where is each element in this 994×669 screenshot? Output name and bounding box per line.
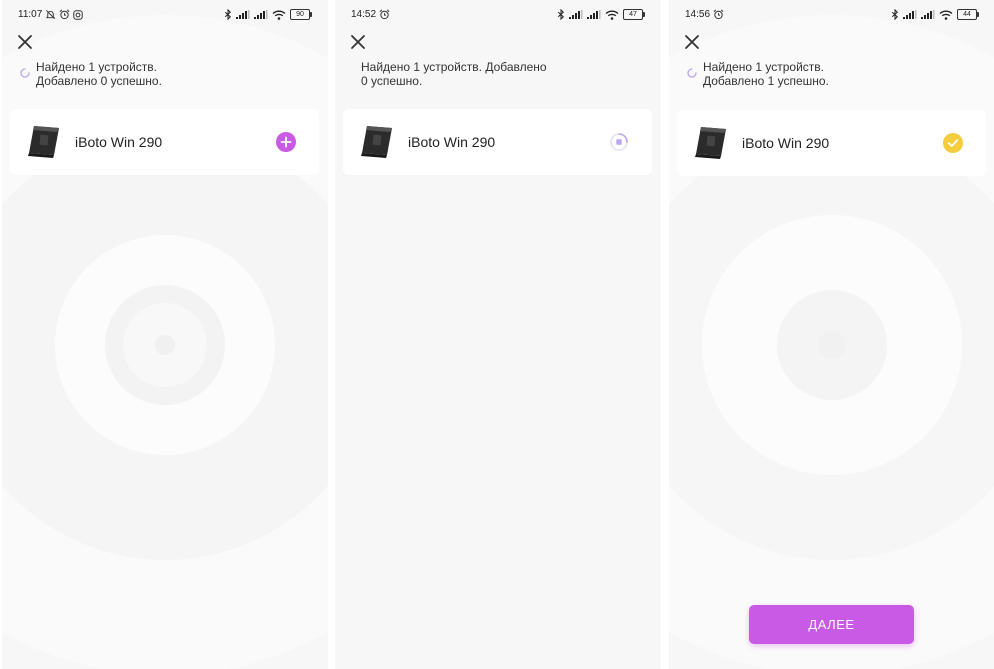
wifi-icon <box>272 10 286 20</box>
alarm-icon <box>59 9 70 20</box>
status-bar: 14:52 47 <box>335 0 661 30</box>
signal-icon <box>254 10 268 19</box>
next-button[interactable]: ДАЛЕЕ <box>749 605 914 644</box>
alarm-icon <box>713 9 724 20</box>
clock: 14:52 <box>351 9 377 20</box>
status-bar: 11:07 90 <box>2 0 328 30</box>
screen-device-found: 11:07 90 Найдено 1 устройств. Добавлено … <box>2 0 328 669</box>
search-status: Найдено 1 устройств. Добавлено 1 успешно… <box>687 60 829 88</box>
battery-icon: 44 <box>957 9 979 20</box>
search-status: Найдено 1 устройств. Добавлено 0 успешно… <box>20 60 162 88</box>
spinner-icon <box>20 68 30 78</box>
stop-adding-button[interactable] <box>608 131 630 153</box>
clock: 11:07 <box>18 9 43 20</box>
status-bar: 14:56 44 <box>669 0 994 30</box>
add-icon <box>276 132 296 152</box>
signal-icon <box>587 10 601 19</box>
device-added-indicator <box>942 132 964 154</box>
battery-icon: 47 <box>623 9 645 20</box>
wifi-icon <box>939 10 953 20</box>
close-icon[interactable] <box>683 33 701 51</box>
clock: 14:56 <box>685 9 711 20</box>
alarm-icon <box>379 9 390 20</box>
signal-icon <box>921 10 935 19</box>
status-text: Найдено 1 устройств. Добавлено 1 успешно… <box>703 60 829 88</box>
mute-bell-icon <box>46 10 56 19</box>
spinner-icon <box>687 68 697 78</box>
battery-icon: 90 <box>290 9 312 20</box>
signal-icon <box>903 10 917 19</box>
device-name: iBoto Win 290 <box>75 134 163 150</box>
bluetooth-icon <box>224 9 232 20</box>
status-text: Найдено 1 устройств. Добавлено 0 успешно… <box>36 60 162 88</box>
device-card[interactable]: iBoto Win 290 <box>10 109 319 175</box>
device-name: iBoto Win 290 <box>742 135 830 151</box>
radar-background <box>2 15 328 669</box>
signal-icon <box>569 10 583 19</box>
device-thumbnail-icon <box>361 126 392 158</box>
device-card[interactable]: iBoto Win 290 <box>343 109 652 175</box>
bluetooth-icon <box>557 9 565 20</box>
wifi-icon <box>605 10 619 20</box>
search-status: Найдено 1 устройств. Добавлено 0 успешно… <box>361 60 561 88</box>
device-thumbnail-icon <box>28 126 59 158</box>
radar-background <box>669 15 994 669</box>
status-text: Найдено 1 устройств. Добавлено 0 успешно… <box>361 60 547 88</box>
signal-icon <box>236 10 250 19</box>
check-icon <box>943 133 963 153</box>
bluetooth-icon <box>891 9 899 20</box>
device-name: iBoto Win 290 <box>408 134 496 150</box>
add-device-button[interactable] <box>275 131 297 153</box>
screen-device-adding: 14:52 47 Найдено 1 устройств. Добавлено … <box>335 0 661 669</box>
screen-device-added: 14:56 44 Найдено 1 устройств. Добавлено … <box>669 0 994 669</box>
close-icon[interactable] <box>16 33 34 51</box>
device-card[interactable]: iBoto Win 290 <box>677 110 986 176</box>
progress-ring-icon <box>610 133 628 151</box>
device-thumbnail-icon <box>695 127 726 159</box>
close-icon[interactable] <box>349 33 367 51</box>
instagram-icon <box>73 9 83 20</box>
